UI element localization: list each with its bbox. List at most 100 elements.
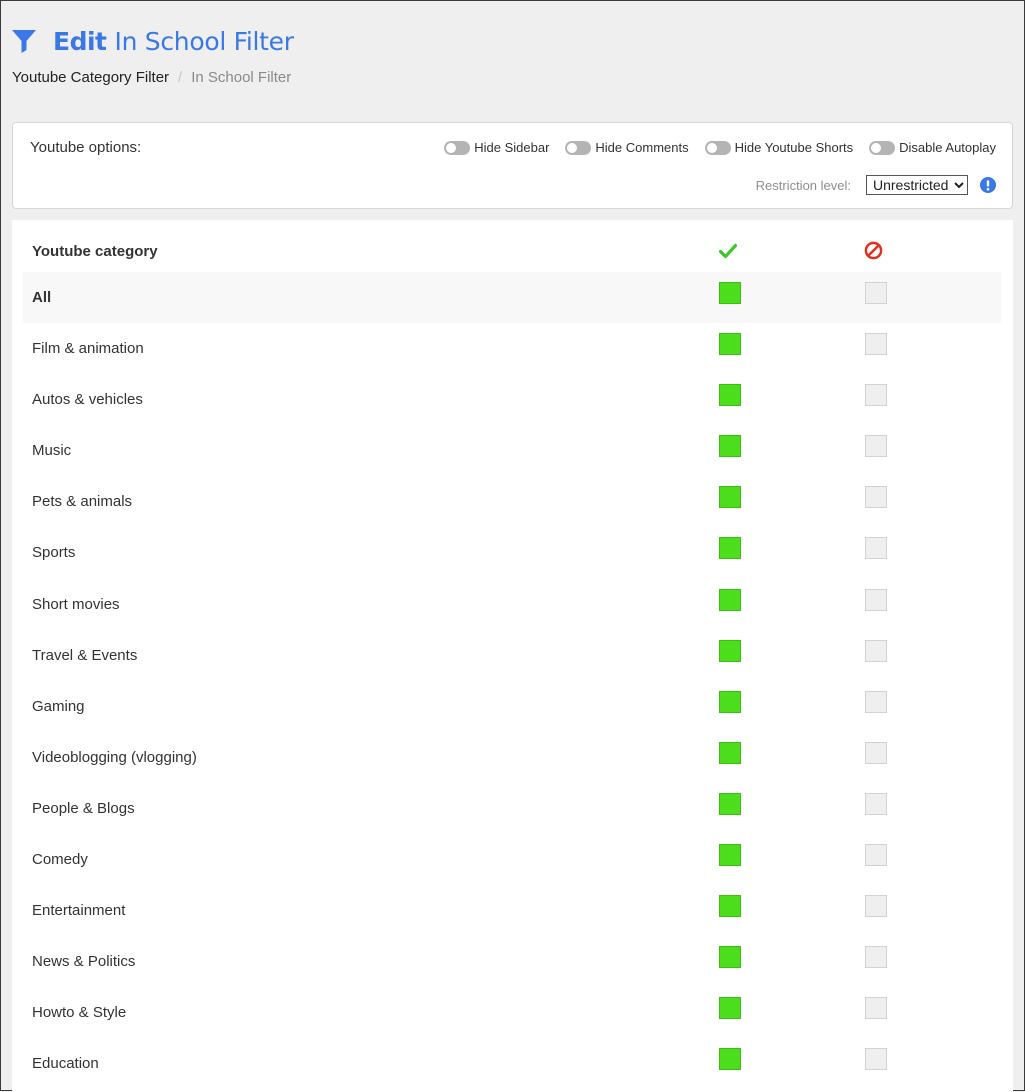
toggle-knob bbox=[567, 142, 578, 153]
category-label: Videoblogging (vlogging) bbox=[32, 748, 197, 766]
category-rows: All Film & animation Autos & vehicles Mu… bbox=[23, 272, 1001, 1090]
table-row: All bbox=[23, 272, 1001, 324]
table-row: People & Blogs bbox=[23, 783, 1001, 834]
category-label: Howto & Style bbox=[32, 1004, 127, 1022]
allow-checkbox[interactable] bbox=[719, 844, 741, 867]
category-label: Short movies bbox=[32, 595, 120, 613]
breadcrumb-link-youtube-category-filter[interactable]: Youtube Category Filter bbox=[12, 69, 169, 86]
block-checkbox[interactable] bbox=[865, 333, 887, 356]
table-row: Film & animation bbox=[23, 323, 1001, 374]
table-row: Pets & animals bbox=[23, 476, 1001, 527]
toggle-knob bbox=[446, 142, 457, 153]
toggle-label: Hide Sidebar bbox=[474, 140, 550, 155]
info-icon[interactable] bbox=[980, 177, 996, 193]
restriction-level-label: Restriction level: bbox=[755, 177, 851, 193]
toggle-switch[interactable] bbox=[444, 140, 471, 155]
toggle-knob bbox=[871, 142, 882, 153]
table-row: Short movies bbox=[23, 579, 1001, 630]
filter-icon bbox=[12, 30, 36, 53]
allow-checkbox[interactable] bbox=[719, 1048, 741, 1071]
block-checkbox[interactable] bbox=[865, 1048, 887, 1071]
toggle-label: Hide Comments bbox=[595, 140, 689, 155]
toggle-hide-sidebar[interactable]: Hide Sidebar bbox=[444, 140, 549, 155]
allow-checkbox[interactable] bbox=[719, 690, 741, 713]
table-row: Gaming bbox=[23, 681, 1001, 732]
toggle-switch[interactable] bbox=[565, 140, 592, 155]
block-checkbox[interactable] bbox=[865, 435, 887, 458]
youtube-options-label: Youtube options: bbox=[30, 139, 142, 156]
category-label: Comedy bbox=[32, 851, 88, 869]
block-checkbox[interactable] bbox=[865, 792, 887, 815]
allow-checkbox[interactable] bbox=[719, 537, 741, 560]
toggle-label: Disable Autoplay bbox=[899, 140, 996, 155]
category-label: News & Politics bbox=[32, 953, 136, 971]
block-checkbox[interactable] bbox=[865, 486, 887, 509]
category-label: Autos & vehicles bbox=[32, 391, 143, 409]
block-checkbox[interactable] bbox=[865, 282, 887, 304]
category-label: Film & animation bbox=[32, 340, 144, 358]
category-label: Travel & Events bbox=[32, 646, 138, 664]
page-header: Edit In School Filter bbox=[11, 23, 294, 59]
block-checkbox[interactable] bbox=[865, 741, 887, 764]
restriction-level-select[interactable]: Unrestricted bbox=[866, 175, 968, 195]
allow-checkbox[interactable] bbox=[719, 639, 741, 662]
block-checkbox[interactable] bbox=[865, 844, 887, 867]
block-checkbox[interactable] bbox=[865, 537, 887, 560]
table-row: News & Politics bbox=[23, 936, 1001, 987]
toggle-hide-youtube-shorts[interactable]: Hide Youtube Shorts bbox=[704, 140, 854, 155]
toggle-switch[interactable] bbox=[704, 140, 731, 155]
table-row: Travel & Events bbox=[23, 630, 1001, 681]
allow-checkbox[interactable] bbox=[719, 741, 741, 764]
breadcrumb-separator: / bbox=[178, 69, 183, 86]
category-label: All bbox=[32, 289, 52, 306]
allow-checkbox[interactable] bbox=[719, 588, 741, 611]
table-row: Music bbox=[23, 425, 1001, 476]
category-table: Youtube category All Film & animation Au… bbox=[12, 220, 1013, 1092]
block-checkbox[interactable] bbox=[865, 946, 887, 969]
column-header-category: Youtube category bbox=[32, 243, 158, 260]
category-label: Pets & animals bbox=[32, 493, 133, 511]
category-label: Sports bbox=[32, 544, 76, 562]
table-row: Videoblogging (vlogging) bbox=[23, 732, 1001, 783]
allow-checkbox[interactable] bbox=[719, 792, 741, 815]
allow-checkbox[interactable] bbox=[719, 997, 741, 1020]
allow-checkbox[interactable] bbox=[719, 895, 741, 918]
page-title-edit: Edit bbox=[53, 26, 107, 56]
table-row: Autos & vehicles bbox=[23, 374, 1001, 425]
youtube-option-toggles: Hide Sidebar Hide Comments Hide Youtube … bbox=[428, 140, 996, 155]
allow-checkbox[interactable] bbox=[719, 946, 741, 969]
block-checkbox[interactable] bbox=[865, 895, 887, 918]
block-checkbox[interactable] bbox=[865, 997, 887, 1020]
category-label: Entertainment bbox=[32, 902, 126, 920]
table-row: Comedy bbox=[23, 834, 1001, 885]
page-title: In School Filter bbox=[114, 26, 295, 56]
category-label: People & Blogs bbox=[32, 799, 135, 817]
category-label: Gaming bbox=[32, 697, 85, 715]
restriction-level: Restriction level: Unrestricted bbox=[756, 175, 996, 195]
block-checkbox[interactable] bbox=[865, 639, 887, 662]
check-icon[interactable] bbox=[719, 242, 737, 260]
table-row: Howto & Style bbox=[23, 987, 1001, 1038]
toggle-hide-comments[interactable]: Hide Comments bbox=[565, 140, 689, 155]
allow-checkbox[interactable] bbox=[719, 435, 741, 458]
table-row: Entertainment bbox=[23, 885, 1001, 936]
toggle-disable-autoplay[interactable]: Disable Autoplay bbox=[869, 140, 996, 155]
allow-checkbox[interactable] bbox=[719, 486, 741, 509]
breadcrumb-current: In School Filter bbox=[191, 69, 292, 86]
allow-checkbox[interactable] bbox=[719, 282, 741, 304]
table-header: Youtube category bbox=[12, 220, 1013, 272]
block-checkbox[interactable] bbox=[865, 588, 887, 611]
table-row: Sports bbox=[23, 527, 1001, 578]
allow-checkbox[interactable] bbox=[719, 384, 741, 407]
block-checkbox[interactable] bbox=[865, 384, 887, 407]
breadcrumb: Youtube Category Filter / In School Filt… bbox=[12, 69, 291, 86]
table-row: Education bbox=[23, 1038, 1001, 1089]
allow-checkbox[interactable] bbox=[719, 333, 741, 356]
toggle-knob bbox=[706, 142, 717, 153]
youtube-options-card: Youtube options: Hide Sidebar Hide Comme… bbox=[12, 122, 1013, 209]
toggle-label: Hide Youtube Shorts bbox=[734, 140, 854, 155]
toggle-switch[interactable] bbox=[869, 140, 896, 155]
category-label: Education bbox=[32, 1055, 99, 1073]
block-checkbox[interactable] bbox=[865, 690, 887, 713]
block-icon[interactable] bbox=[864, 241, 883, 260]
